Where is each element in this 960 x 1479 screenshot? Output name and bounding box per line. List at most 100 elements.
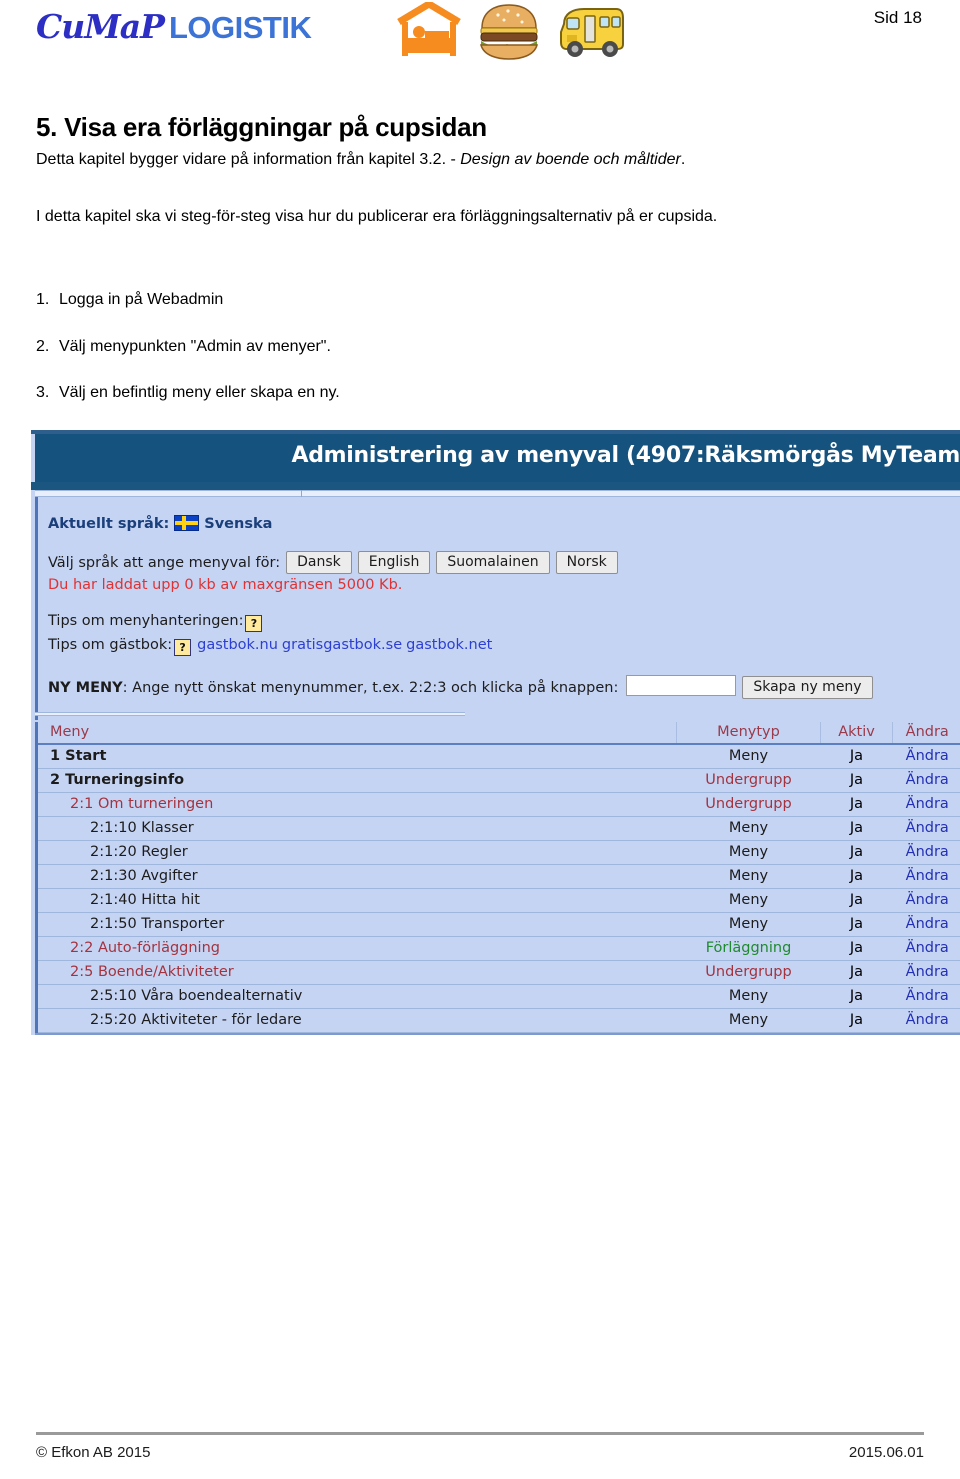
edit-menu-link[interactable]: Ändra — [906, 940, 949, 956]
edit-menu-link[interactable]: Ändra — [906, 796, 949, 812]
table-row: 2:5:10 Våra boendealternativ Meny Ja Ändra — [35, 984, 960, 1009]
edit-menu-link[interactable]: Ändra — [906, 1012, 949, 1028]
table-header-row: Meny Menytyp Aktiv Ändra — [35, 722, 960, 745]
help-question-icon[interactable]: ? — [245, 615, 263, 632]
menytyp-value: Meny — [728, 988, 769, 1004]
guestbook-link-gastbok-net[interactable]: gastbok.net — [406, 637, 492, 653]
menytyp-value: Meny — [728, 748, 769, 764]
cell-meny: 1 Start — [35, 744, 677, 769]
lead-paragraph: Detta kapitel bygger vidare på informati… — [36, 149, 926, 171]
cell-meny: 2:2 Auto-förläggning — [35, 936, 677, 961]
intro-paragraph: I detta kapitel ska vi steg-för-steg vis… — [36, 208, 718, 226]
edit-menu-link[interactable]: Ändra — [906, 988, 949, 1004]
lead-text-before: Detta kapitel bygger vidare på informati… — [36, 150, 461, 168]
edit-menu-link[interactable]: Ändra — [906, 820, 949, 836]
current-language-row: Aktuellt språk: Svenska — [48, 515, 272, 532]
language-button-dansk[interactable]: Dansk — [286, 551, 352, 574]
app-content-panel: Aktuellt språk: Svenska Välj språk att an… — [35, 497, 960, 720]
cell-menytyp: Undergrupp — [676, 792, 821, 817]
language-button-english[interactable]: English — [357, 551, 431, 574]
cell-meny: 2:5 Boende/Aktiviteter — [35, 960, 677, 985]
language-button-norsk[interactable]: Norsk — [555, 551, 618, 574]
cell-andra: Ändra — [892, 816, 960, 841]
cell-meny: 2:1:10 Klasser — [35, 816, 677, 841]
logo-logistik-text: LOGISTIK — [168, 10, 312, 45]
menytyp-value: Meny — [728, 892, 769, 908]
cell-menytyp: Meny — [676, 984, 821, 1009]
table-row: 2:5:20 Aktiviteter - för ledare Meny Ja Änd… — [35, 1008, 960, 1033]
list-item: 3. Välj en befintlig meny eller skapa en … — [36, 383, 926, 404]
page-number-label: Sid 18 — [873, 8, 922, 27]
edit-menu-link[interactable]: Ändra — [906, 868, 949, 884]
cell-andra: Ändra — [892, 768, 960, 793]
cell-meny: 2:1:40 Hitta hit — [35, 888, 677, 913]
step-number: 3. — [36, 384, 50, 402]
step-list: 1. Logga in på Webadmin 2. Välj menypunkte… — [36, 290, 926, 404]
help-question-icon[interactable]: ? — [174, 639, 192, 656]
cell-andra: Ändra — [892, 912, 960, 937]
table-row: 2:5 Boende/Aktiviteter Undergrupp Ja Ändra — [35, 960, 960, 985]
step-text: Välj menypunkten "Admin av menyer". — [59, 337, 331, 355]
brand-logo: CuMaP LOGISTIK — [36, 7, 312, 46]
embedded-app-screenshot: Administrering av menyval (4907:Räksmörg… — [31, 430, 960, 1035]
edit-menu-link[interactable]: Ändra — [906, 844, 949, 860]
header-icon-group — [395, 2, 625, 60]
new-menu-number-input[interactable] — [626, 675, 737, 696]
menytyp-value: Förläggning — [705, 940, 792, 956]
edit-menu-link[interactable]: Ändra — [906, 964, 949, 980]
cell-menytyp: Meny — [676, 888, 821, 913]
menytyp-value: Meny — [728, 844, 769, 860]
cell-aktiv: Ja — [820, 984, 893, 1009]
lodging-bed-icon — [397, 2, 461, 56]
guestbook-link-gratisgastbok-se[interactable]: gratisgastbok.se — [282, 637, 402, 653]
table-row: 2:1:10 Klasser Meny Ja Ändra — [35, 816, 960, 841]
cell-aktiv: Ja — [820, 792, 893, 817]
cell-andra: Ändra — [892, 744, 960, 769]
cell-aktiv: Ja — [820, 864, 893, 889]
cell-meny: 2:1 Om turneringen — [35, 792, 677, 817]
tips-menu-label: Tips om menyhanteringen: — [48, 613, 244, 629]
cell-aktiv: Ja — [820, 744, 893, 769]
edit-menu-link[interactable]: Ändra — [906, 916, 949, 932]
app-title-bar: Administrering av menyval (4907:Räksmörg… — [35, 434, 960, 482]
menu-table-body: 1 Start Meny Ja Ändra 2 Turneringsinfo Underg… — [35, 744, 960, 1033]
table-row: 2:1:40 Hitta hit Meny Ja Ändra — [35, 888, 960, 913]
lead-text-italic: Design av boende och måltider — [460, 150, 681, 168]
table-row: 2:1:20 Regler Meny Ja Ändra — [35, 840, 960, 865]
page-footer: © Efkon AB 2015 2015.06.01 — [36, 1432, 924, 1461]
cell-aktiv: Ja — [820, 936, 893, 961]
step-text: Logga in på Webadmin — [59, 290, 224, 308]
menu-table-wrap: Meny Menytyp Aktiv Ändra 1 Start Meny Ja Än… — [35, 712, 960, 1035]
cell-meny: 2:5:10 Våra boendealternativ — [35, 984, 677, 1009]
new-menu-instruction: : Ange nytt önskat menynummer, t.ex. 2:2… — [122, 680, 619, 696]
cell-aktiv: Ja — [820, 960, 893, 985]
table-row: 2:2 Auto-förläggning Förläggning Ja Ändra — [35, 936, 960, 961]
table-top-divider — [35, 712, 465, 716]
cell-andra: Ändra — [892, 840, 960, 865]
logo-cumap-text: CuMaP — [36, 7, 165, 46]
bus-transport-icon — [560, 8, 624, 57]
guestbook-link-gastbok-nu[interactable]: gastbok.nu — [197, 637, 278, 653]
cell-meny: 2:1:20 Regler — [35, 840, 677, 865]
column-header-aktiv: Aktiv — [820, 722, 893, 745]
menytyp-value: Undergrupp — [705, 796, 792, 812]
edit-menu-link[interactable]: Ändra — [906, 892, 949, 908]
hamburger-meal-icon — [480, 4, 538, 60]
app-title-bar-shadow — [31, 482, 960, 490]
cell-menytyp: Meny — [676, 816, 821, 841]
lead-text-after: . — [680, 150, 686, 168]
section-title-text: Visa era förläggningar på cupsidan — [64, 112, 487, 142]
column-header-menytyp: Menytyp — [676, 722, 821, 745]
list-item: 2. Välj menypunkten "Admin av menyer". — [36, 337, 926, 358]
cell-andra: Ändra — [892, 936, 960, 961]
edit-menu-link[interactable]: Ändra — [906, 772, 949, 788]
edit-menu-link[interactable]: Ändra — [906, 748, 949, 764]
cell-andra: Ändra — [892, 864, 960, 889]
tips-guestbook-row: Tips om gästbok:? gastbok.nu gratisgastbok… — [48, 637, 492, 656]
cell-menytyp: Meny — [676, 1008, 821, 1033]
create-menu-button[interactable]: Skapa ny meny — [742, 676, 873, 699]
section-number: 5. — [36, 112, 58, 142]
menytyp-value: Meny — [728, 916, 769, 932]
current-language-label: Aktuellt språk: — [48, 516, 170, 532]
language-button-suomalainen[interactable]: Suomalainen — [436, 551, 550, 574]
